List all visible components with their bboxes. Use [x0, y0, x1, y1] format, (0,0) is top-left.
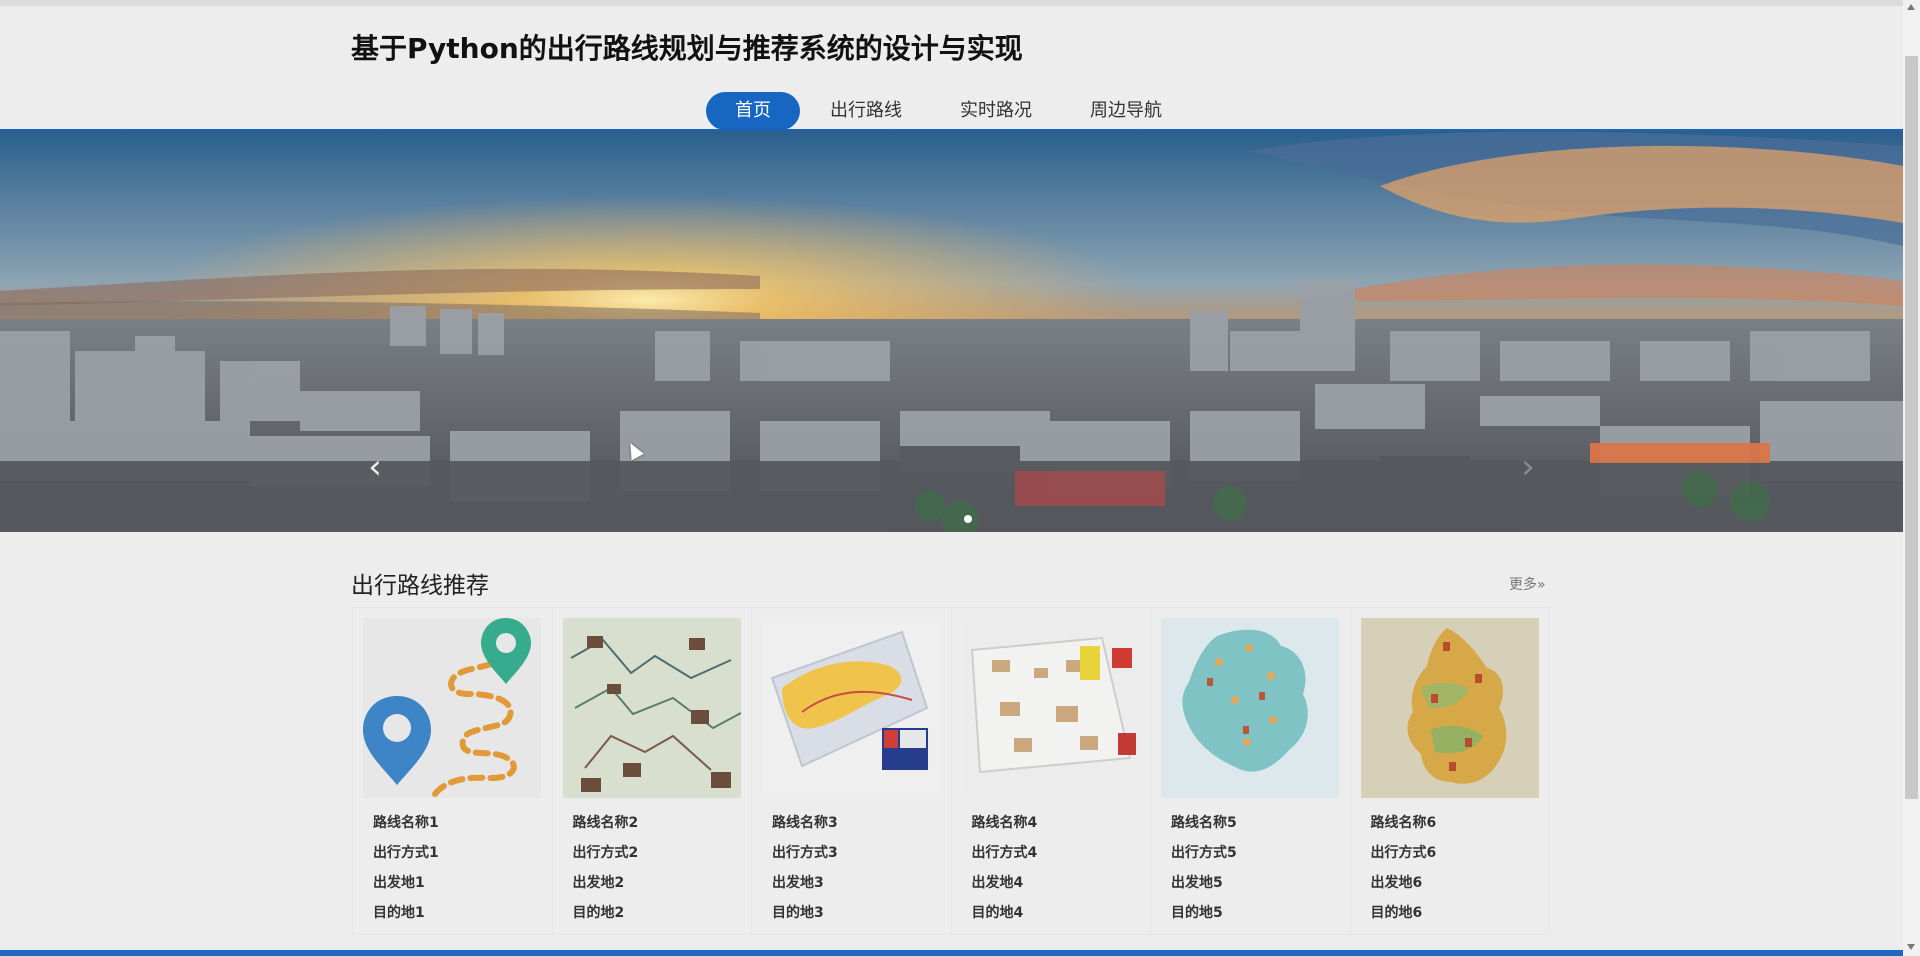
more-link[interactable]: 更多»: [1509, 574, 1546, 594]
route-meta-1: 路线名称1 出行方式1 出发地1 目的地1: [373, 808, 439, 928]
scroll-down-arrow-icon[interactable]: [1907, 944, 1915, 950]
route-card-1[interactable]: 路线名称1 出行方式1 出发地1 目的地1: [352, 608, 552, 934]
destination: 目的地3: [772, 905, 824, 921]
departure: 出发地1: [373, 875, 425, 891]
nav-nearby[interactable]: 周边导航: [1061, 92, 1191, 130]
map-pin-illustration: [363, 618, 541, 798]
nav-traffic[interactable]: 实时路况: [931, 92, 1061, 130]
main-nav: 首页 出行路线 实时路况 周边导航: [706, 92, 1191, 130]
route-thumbnail-4: [961, 618, 1140, 798]
banner-prev-arrow[interactable]: ‹: [363, 447, 387, 487]
route-name: 路线名称5: [1171, 815, 1237, 831]
travel-map-image: [961, 618, 1140, 798]
route-card-2[interactable]: 路线名称2 出行方式2 出发地2 目的地2: [551, 608, 752, 934]
banner-indicator-dot[interactable]: [964, 515, 972, 523]
route-meta-3: 路线名称3 出行方式3 出发地3 目的地3: [772, 808, 838, 928]
route-meta-6: 路线名称6 出行方式6 出发地6 目的地6: [1371, 808, 1437, 928]
travel-mode: 出行方式6: [1370, 845, 1437, 861]
route-name: 路线名称4: [971, 815, 1038, 831]
scroll-thumb[interactable]: [1905, 56, 1918, 799]
illustrated-map-image: [1360, 618, 1539, 798]
destination: 目的地4: [971, 905, 1024, 921]
destination: 目的地6: [1370, 905, 1423, 921]
province-map-image: [1161, 618, 1339, 798]
departure: 出发地4: [971, 875, 1024, 891]
nav-home[interactable]: 首页: [706, 92, 800, 130]
travel-mode: 出行方式1: [373, 845, 439, 861]
banner-image: [0, 131, 1903, 532]
route-thumbnail-2: [562, 618, 741, 798]
hero-banner[interactable]: ‹ ›: [0, 131, 1903, 532]
departure: 出发地6: [1370, 875, 1423, 891]
route-thumbnail-6: [1360, 618, 1539, 798]
page-title: 基于Python的出行路线规划与推荐系统的设计与实现: [351, 32, 1023, 65]
departure: 出发地2: [572, 875, 625, 891]
route-name: 路线名称1: [373, 815, 439, 831]
travel-mode: 出行方式5: [1171, 845, 1237, 861]
route-card-3[interactable]: 路线名称3 出行方式3 出发地3 目的地3: [751, 608, 951, 934]
route-name: 路线名称6: [1370, 815, 1437, 831]
banner-next-arrow[interactable]: ›: [1516, 447, 1540, 487]
departure: 出发地5: [1171, 875, 1223, 891]
route-card-6[interactable]: 路线名称6 出行方式6 出发地6 目的地6: [1349, 608, 1550, 934]
scroll-up-arrow-icon[interactable]: [1907, 4, 1915, 10]
wall-map-image: [562, 618, 741, 798]
departure: 出发地3: [772, 875, 824, 891]
folded-map-image: [762, 618, 940, 798]
route-thumbnail-5: [1161, 618, 1339, 798]
route-meta-2: 路线名称2 出行方式2 出发地2 目的地2: [573, 808, 639, 928]
route-thumbnail-1: [363, 618, 541, 798]
route-card-4[interactable]: 路线名称4 出行方式4 出发地4 目的地4: [950, 608, 1151, 934]
route-name: 路线名称2: [572, 815, 639, 831]
route-meta-5: 路线名称5 出行方式5 出发地5 目的地5: [1171, 808, 1237, 928]
bottom-bar: [0, 950, 1903, 956]
travel-mode: 出行方式2: [572, 845, 639, 861]
travel-mode: 出行方式3: [772, 845, 838, 861]
page: 基于Python的出行路线规划与推荐系统的设计与实现 首页 出行路线 实时路况 …: [0, 0, 1920, 956]
travel-mode: 出行方式4: [971, 845, 1038, 861]
destination: 目的地5: [1171, 905, 1223, 921]
destination: 目的地1: [373, 905, 425, 921]
route-meta-4: 路线名称4 出行方式4 出发地4 目的地4: [972, 808, 1038, 928]
section-title: 出行路线推荐: [351, 573, 489, 599]
route-card-5[interactable]: 路线名称5 出行方式5 出发地5 目的地5: [1150, 608, 1350, 934]
route-thumbnail-3: [762, 618, 940, 798]
destination: 目的地2: [572, 905, 625, 921]
route-cards: 路线名称1 出行方式1 出发地1 目的地1 路线名称2 出行方式2 出发地2 目…: [352, 607, 1550, 935]
nav-routes[interactable]: 出行路线: [801, 92, 931, 130]
top-border: [0, 0, 1903, 6]
route-name: 路线名称3: [772, 815, 838, 831]
